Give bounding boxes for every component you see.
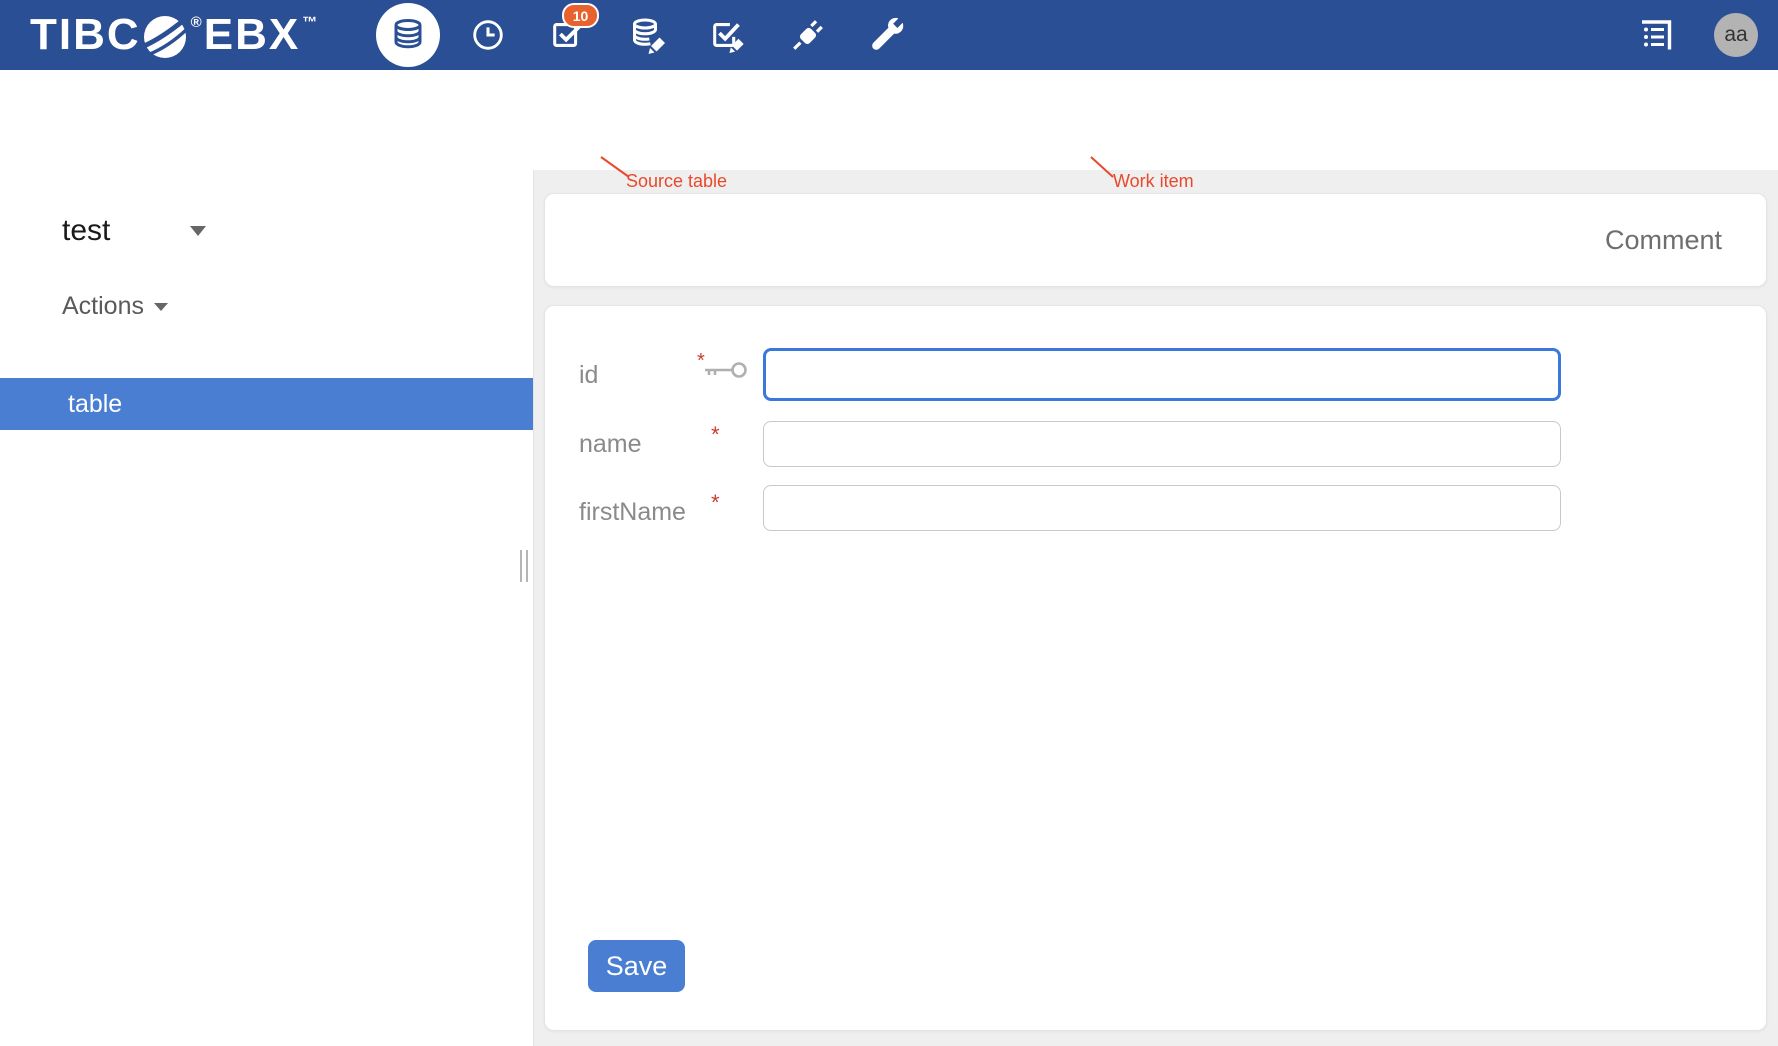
perspectives-button[interactable] xyxy=(1636,15,1676,55)
integration-button[interactable] xyxy=(768,0,848,70)
registered-mark: ® xyxy=(191,14,202,31)
list-icon xyxy=(1636,15,1676,55)
sidebar-item-label: table xyxy=(68,390,122,418)
sidebar-item-table[interactable]: table xyxy=(0,378,533,430)
avatar-initials: aa xyxy=(1724,23,1747,47)
annotation-work-item-label: Work item xyxy=(1113,171,1194,192)
dataset-selector-label: test xyxy=(62,214,110,248)
administration-button[interactable] xyxy=(848,0,928,70)
required-marker-id: * xyxy=(697,350,705,373)
logo-text-tibc: TIBC xyxy=(30,0,141,70)
logo-text-ebx: EBX xyxy=(204,0,300,70)
breadcrumb-bar: Master Data - Reference table › Step [0]… xyxy=(0,70,1778,170)
id-field[interactable] xyxy=(763,348,1561,401)
trademark-mark: ™ xyxy=(302,14,317,31)
top-app-bar: TIBC ® EBX ™ xyxy=(0,0,1778,70)
actions-menu-label: Actions xyxy=(62,292,144,321)
workflow-toolbar-panel: Comment xyxy=(544,193,1767,287)
user-avatar[interactable]: aa xyxy=(1714,13,1758,57)
chevron-down-icon xyxy=(154,303,168,311)
annotation-source-table-label: Source table xyxy=(626,171,727,192)
tasks-count-badge: 10 xyxy=(562,3,599,28)
required-marker-firstname: * xyxy=(711,490,720,516)
main-nav-icons: 10 xyxy=(368,0,928,70)
sidebar-resize-handle[interactable] xyxy=(520,550,528,582)
clock-icon xyxy=(469,16,507,54)
workflow-models-button[interactable] xyxy=(688,0,768,70)
database-icon xyxy=(388,15,428,55)
dataset-selector[interactable]: test xyxy=(62,214,206,248)
comment-button[interactable]: Comment xyxy=(1605,225,1722,256)
selected-icon-circle xyxy=(376,3,440,67)
data-models-button[interactable] xyxy=(608,0,688,70)
required-marker-name: * xyxy=(711,422,720,448)
history-button[interactable] xyxy=(448,0,528,70)
check-pencil-icon xyxy=(709,16,747,54)
name-field[interactable] xyxy=(763,421,1561,467)
wrench-icon xyxy=(869,16,907,54)
plug-icon xyxy=(789,16,827,54)
primary-key-indicator: * xyxy=(699,358,755,388)
new-record-form-panel: id * name * firstName * Save xyxy=(544,305,1767,1031)
firstname-field[interactable] xyxy=(763,485,1561,531)
field-label-name: name xyxy=(579,430,642,459)
field-label-id: id xyxy=(579,361,598,390)
key-icon xyxy=(699,358,749,382)
tibco-swoosh-o-icon xyxy=(142,14,188,60)
database-pencil-icon xyxy=(628,15,668,55)
ebx-application: TIBC ® EBX ™ xyxy=(0,0,1778,1046)
save-button[interactable]: Save xyxy=(588,940,685,992)
top-bar-right: aa xyxy=(1636,0,1758,70)
dataspaces-button[interactable] xyxy=(368,0,448,70)
sidebar: test Actions table xyxy=(0,170,534,1046)
chevron-down-icon xyxy=(190,226,206,236)
field-label-firstname: firstName xyxy=(579,498,686,527)
workspace: Comment id * name * firstName * xyxy=(534,170,1778,1046)
actions-menu[interactable]: Actions xyxy=(62,292,168,321)
tibco-ebx-logo: TIBC ® EBX ™ xyxy=(30,0,319,70)
workflow-tasks-button[interactable]: 10 xyxy=(528,0,608,70)
